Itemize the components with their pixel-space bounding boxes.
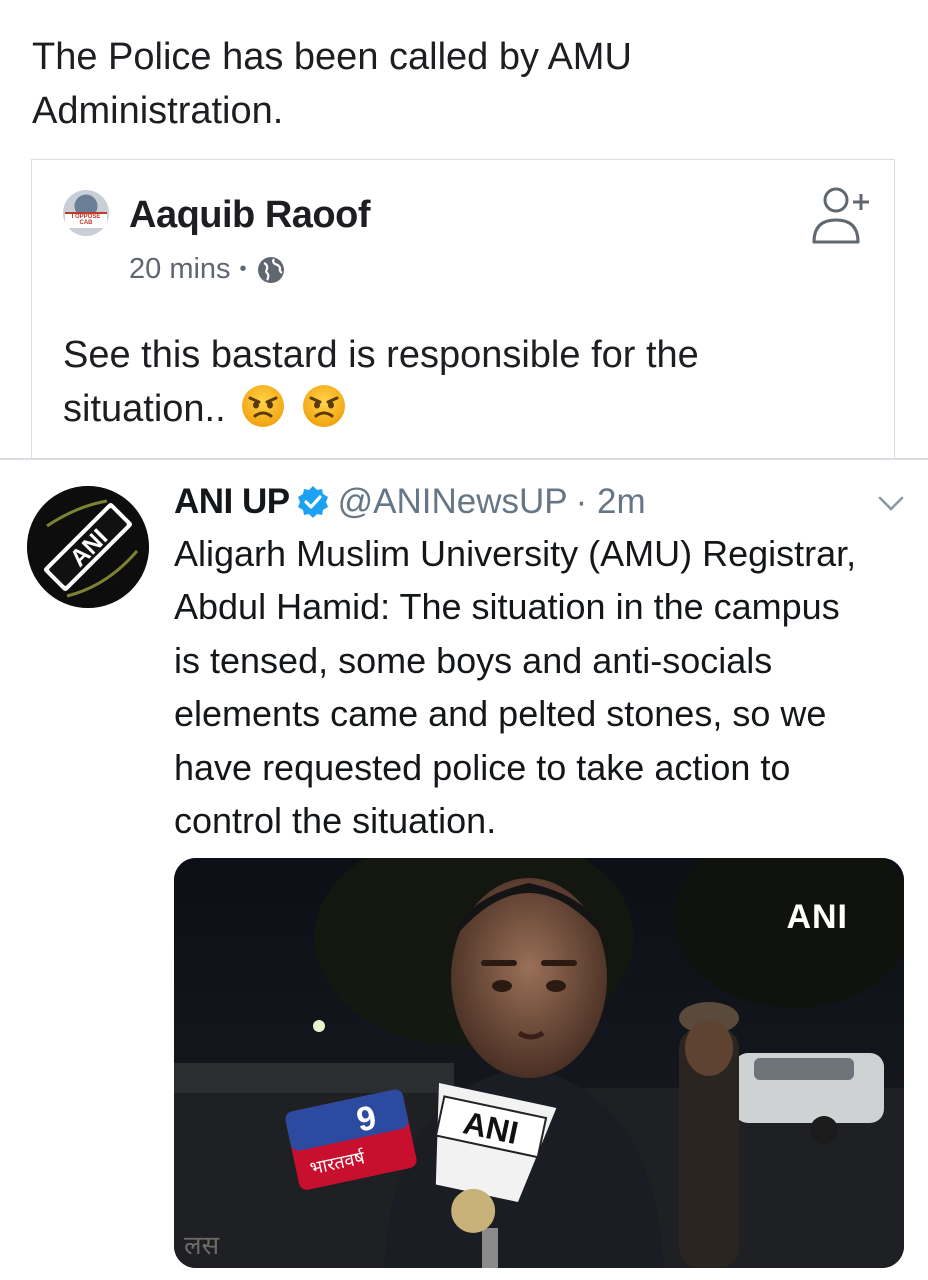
add-friend-icon[interactable]: [808, 184, 876, 248]
section-divider: [0, 458, 928, 460]
shared-post-card[interactable]: I OPPOSE CAB Aaquib Raoof 20 mins • See …: [31, 159, 895, 458]
post-text: See this bastard is responsible for the …: [63, 328, 863, 436]
angry-face-emoji-icon: [302, 385, 345, 427]
verified-badge-icon: [297, 486, 328, 518]
post-caption: The Police has been called by AMU Admini…: [32, 30, 892, 138]
tweet-text-line: is tensed, some boys and anti-socials: [174, 639, 773, 681]
chevron-down-icon[interactable]: [876, 494, 906, 514]
tweet-text-line: elements came and pelted stones, so we: [174, 693, 827, 735]
media-watermark: ANI: [786, 898, 848, 936]
post-time[interactable]: 20 mins: [129, 253, 231, 286]
caption-line-2: Administration.: [32, 90, 284, 132]
author-avatar[interactable]: I OPPOSE CAB: [63, 190, 109, 236]
tweet-text-line: have requested police to take action to: [174, 746, 791, 788]
post-text-line-2: situation..: [63, 382, 863, 436]
post-meta: 20 mins •: [129, 253, 286, 286]
angry-face-emoji-icon: [242, 385, 285, 427]
tweet-text: Aligarh Muslim University (AMU) Registra…: [174, 527, 904, 847]
tweet-time[interactable]: · 2m: [576, 482, 646, 522]
globe-icon: [257, 256, 284, 283]
svg-text:लस: लस: [184, 1231, 220, 1261]
meta-separator: •: [239, 258, 247, 280]
tweet-handle[interactable]: @ANINewsUP: [338, 482, 568, 522]
caption-line-1: The Police has been called by AMU: [32, 36, 632, 78]
tweet-text-line: Aligarh Muslim University (AMU) Registra…: [174, 533, 857, 574]
ani-logo-icon: ANI: [27, 486, 149, 608]
tweet-media-image[interactable]: 9 भारतवर्ष ANI लस ANI: [174, 858, 904, 1268]
author-name[interactable]: Aaquib Raoof: [129, 194, 370, 237]
tweet-avatar[interactable]: ANI: [27, 486, 149, 608]
tweet-text-line: Abdul Hamid: The situation in the campus: [174, 586, 840, 628]
avatar-badge: I OPPOSE CAB: [65, 212, 107, 228]
tweet-author-name[interactable]: ANI UP: [174, 482, 290, 522]
post-text-line-2-text: situation..: [63, 388, 226, 430]
post-text-line-1: See this bastard is responsible for the: [63, 334, 699, 376]
tweet-text-line: control the situation.: [174, 800, 497, 842]
tweet-header: ANI UP @ANINewsUP · 2m: [174, 478, 646, 526]
